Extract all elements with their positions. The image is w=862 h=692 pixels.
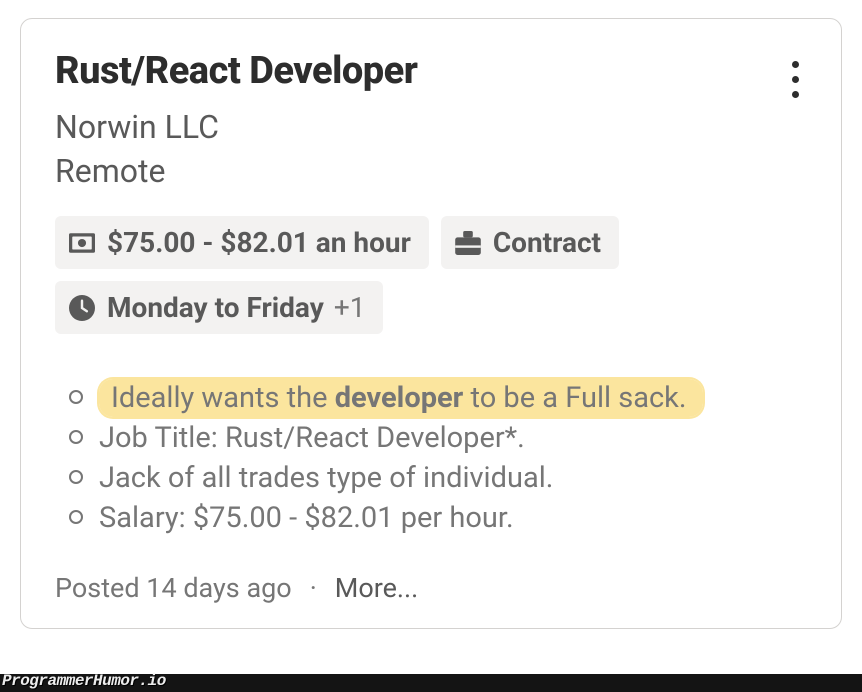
card-header: Rust/React Developer bbox=[55, 49, 807, 104]
job-title: Rust/React Developer bbox=[55, 49, 417, 93]
highlight: Ideally wants the developer to be a Full… bbox=[99, 379, 703, 417]
list-item: Job Title: Rust/React Developer*. bbox=[69, 418, 807, 458]
job-card: Rust/React Developer Norwin LLC Remote $… bbox=[20, 18, 842, 629]
type-text: Contract bbox=[493, 226, 601, 259]
dot-separator: · bbox=[310, 572, 317, 604]
job-location: Remote bbox=[55, 152, 807, 190]
schedule-extra: +1 bbox=[334, 291, 366, 324]
watermark-text: ProgrammerHumor.io bbox=[2, 672, 166, 690]
list-item: Salary: $75.00 - $82.01 per hour. bbox=[69, 498, 807, 538]
list-item: Ideally wants the developer to be a Full… bbox=[69, 378, 807, 418]
clock-icon bbox=[69, 295, 95, 321]
chip-row: $75.00 - $82.01 an hour Contract Monday … bbox=[55, 216, 807, 334]
list-item: Jack of all trades type of individual. bbox=[69, 458, 807, 498]
pay-text: $75.00 - $82.01 an hour bbox=[107, 226, 411, 259]
company-name: Norwin LLC bbox=[55, 108, 807, 146]
bullet-list: Ideally wants the developer to be a Full… bbox=[55, 378, 807, 538]
schedule-text: Monday to Friday bbox=[107, 291, 324, 324]
type-chip: Contract bbox=[441, 216, 619, 269]
posted-date: Posted 14 days ago bbox=[55, 572, 292, 604]
pay-chip: $75.00 - $82.01 an hour bbox=[55, 216, 429, 269]
more-options-icon[interactable] bbox=[784, 55, 807, 104]
schedule-chip: Monday to Friday +1 bbox=[55, 281, 383, 334]
card-footer: Posted 14 days ago · More... bbox=[55, 572, 807, 604]
more-link[interactable]: More... bbox=[335, 572, 419, 604]
briefcase-icon bbox=[455, 231, 481, 255]
money-icon bbox=[69, 233, 95, 253]
